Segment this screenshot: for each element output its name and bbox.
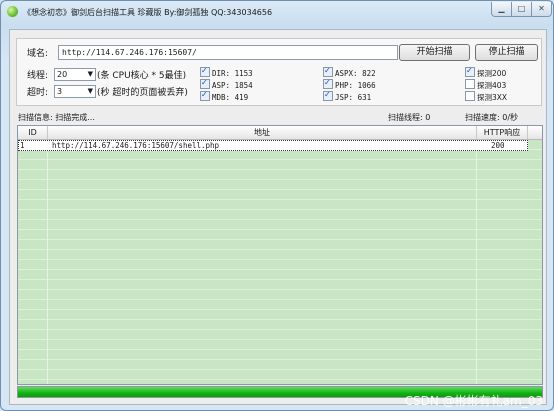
main-window: 《想念初恋》御剑后台扫描工具 珍藏版 By:御剑孤独 QQ:343034656 …: [0, 0, 554, 411]
table-body: 1 http://114.67.246.176:15607/shell.php …: [18, 140, 542, 384]
stop-scan-button[interactable]: 停止扫描: [475, 44, 538, 61]
checkbox-icon: [323, 66, 333, 77]
checkbox-icon: [323, 90, 333, 101]
dict-dir-checkbox[interactable]: DIR: 1153: [200, 66, 253, 79]
dict-mdb-checkbox[interactable]: MDB: 419: [200, 90, 248, 103]
checkbox-icon: [465, 79, 475, 89]
scan-threads-status: 扫描线程: 0: [388, 113, 431, 122]
column-header-http[interactable]: HTTP响应: [477, 126, 528, 139]
start-scan-button[interactable]: 开始扫描: [399, 44, 470, 61]
close-button[interactable]: ✕: [531, 2, 552, 17]
minimize-button[interactable]: ▁: [491, 2, 512, 17]
domain-label: 域名:: [27, 49, 49, 59]
table-row[interactable]: 1 http://114.67.246.176:15607/shell.php …: [18, 140, 528, 151]
chevron-down-icon: ▼: [87, 70, 93, 78]
title-bar[interactable]: 《想念初恋》御剑后台扫描工具 珍藏版 By:御剑孤独 QQ:343034656 …: [1, 1, 553, 23]
checkbox-icon: [200, 90, 210, 101]
settings-panel: 域名: http://114.67.246.176:15607/ 开始扫描 停止…: [16, 38, 542, 106]
row-id: 1: [20, 141, 25, 150]
checkbox-icon: [323, 78, 333, 89]
probe-3xx-checkbox[interactable]: 探测3XX: [465, 91, 507, 103]
row-url: http://114.67.246.176:15607/shell.php: [52, 141, 220, 150]
timeout-select[interactable]: 3 ▼: [54, 85, 96, 98]
probe-200-checkbox[interactable]: 探测200: [465, 66, 506, 79]
timeout-hint: (秒 超时的页面被丢弃): [97, 88, 188, 98]
results-table[interactable]: ID 地址 HTTP响应 1 http://114.67.246.176:156…: [17, 125, 543, 385]
chevron-down-icon: ▼: [87, 87, 93, 95]
scan-speed-status: 扫描速度: 0/秒: [465, 113, 519, 122]
dict-aspx-checkbox[interactable]: ASPX: 822: [323, 66, 376, 79]
scan-info-status: 扫描信息: 扫描完成...: [18, 113, 95, 122]
timeout-label: 超时:: [27, 88, 49, 98]
column-header-id[interactable]: ID: [18, 126, 48, 139]
table-header: ID 地址 HTTP响应: [18, 126, 542, 140]
column-header-url[interactable]: 地址: [48, 126, 477, 139]
threads-hint: (条 CPU核心 * 5最佳): [97, 71, 187, 81]
probe-403-checkbox[interactable]: 探测403: [465, 79, 506, 91]
checkbox-icon: [200, 66, 210, 77]
row-http-code: 200: [491, 141, 505, 150]
checkbox-icon: [465, 91, 475, 101]
domain-input[interactable]: http://114.67.246.176:15607/: [58, 45, 398, 60]
window-title: 《想念初恋》御剑后台扫描工具 珍藏版 By:御剑孤独 QQ:343034656: [23, 8, 273, 17]
dict-jsp-checkbox[interactable]: JSP: 631: [323, 90, 371, 103]
threads-select[interactable]: 20 ▼: [54, 68, 96, 81]
timeout-value: 3: [57, 87, 63, 96]
checkbox-icon: [200, 78, 210, 89]
threads-value: 20: [57, 70, 68, 79]
threads-label: 线程:: [27, 71, 49, 81]
dict-asp-checkbox[interactable]: ASP: 1854: [200, 78, 253, 91]
dict-php-checkbox[interactable]: PHP: 1066: [323, 78, 376, 91]
app-logo-icon: [7, 6, 18, 17]
maximize-button[interactable]: □: [511, 2, 532, 17]
checkbox-icon: [465, 66, 475, 77]
watermark-text: CSDN @彬彬有礼am_03: [404, 394, 543, 408]
client-area: 域名: http://114.67.246.176:15607/ 开始扫描 停止…: [9, 29, 547, 405]
